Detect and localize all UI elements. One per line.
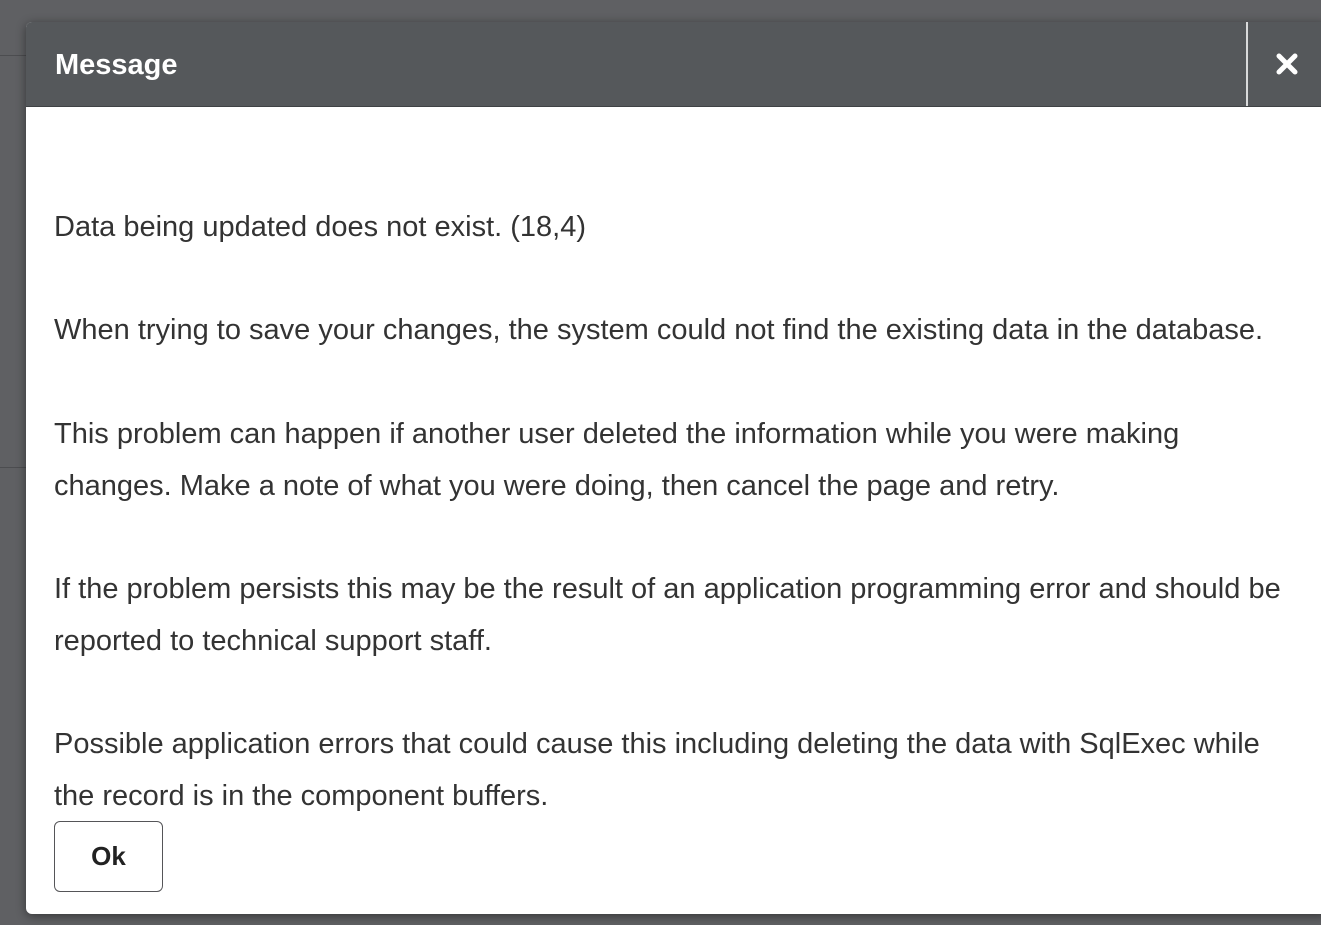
- message-paragraph: This problem can happen if another user …: [54, 418, 1180, 450]
- message-paragraph: When trying to save your changes, the sy…: [54, 314, 1264, 346]
- dialog-title: Message: [55, 49, 178, 81]
- close-icon: [1276, 53, 1298, 75]
- message-paragraph: the record is in the component buffers.: [54, 780, 549, 812]
- ok-button[interactable]: Ok: [54, 821, 163, 892]
- message-paragraph: reported to technical support staff.: [54, 625, 492, 657]
- message-paragraph: changes. Make a note of what you were do…: [54, 470, 1060, 502]
- message-paragraph: Possible application errors that could c…: [54, 728, 1260, 760]
- message-paragraph: If the problem persists this may be the …: [54, 573, 1281, 605]
- dialog-header: Message: [26, 22, 1321, 107]
- message-paragraph: Data being updated does not exist. (18,4…: [54, 211, 587, 243]
- close-button[interactable]: [1246, 22, 1321, 106]
- message-dialog: Message Data being updated does not exis…: [26, 22, 1321, 914]
